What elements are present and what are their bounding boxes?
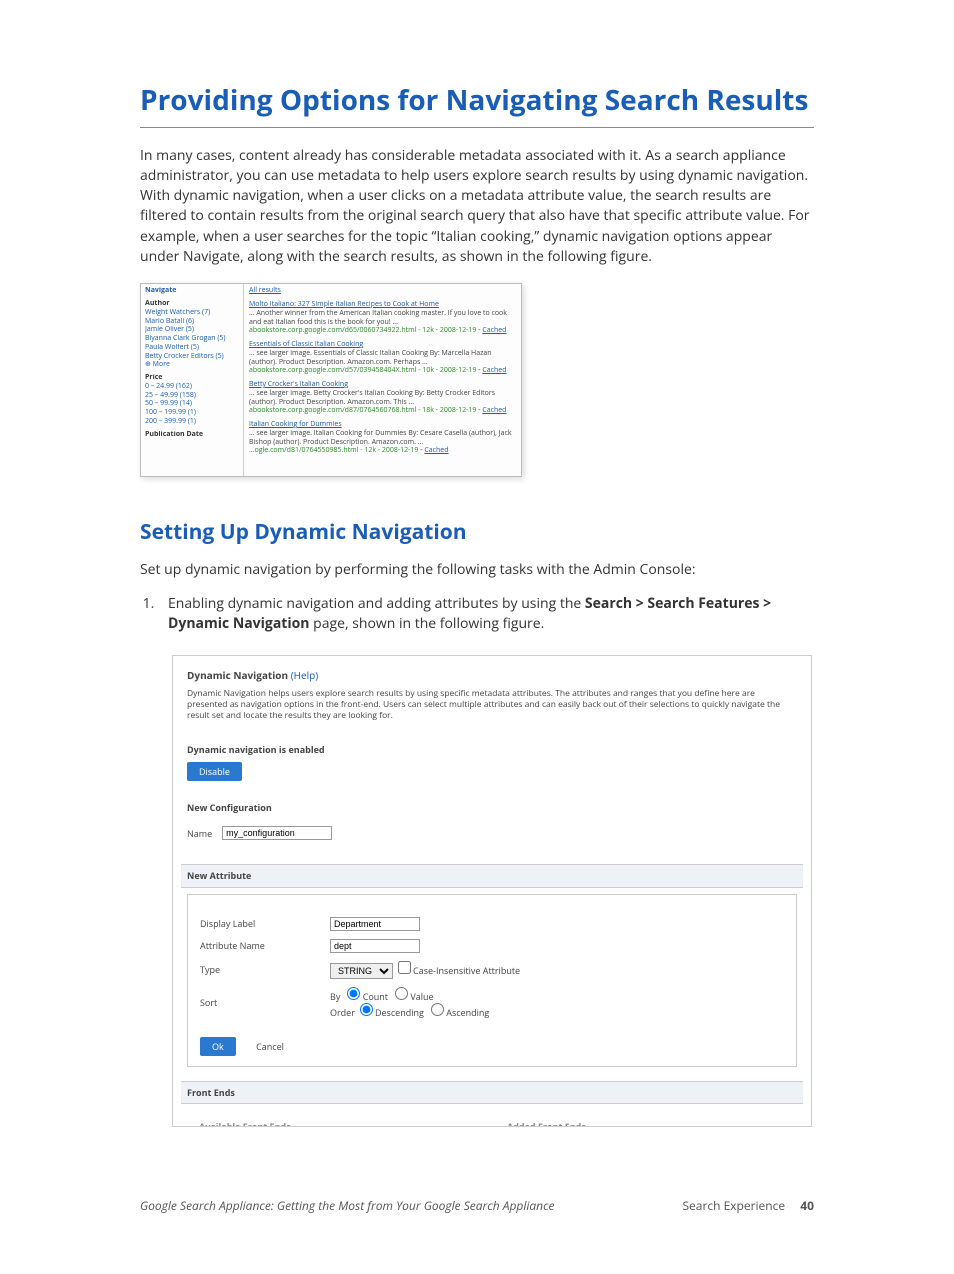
search-result: Italian Cooking for Dummies ... see larg…	[249, 421, 516, 456]
attr-name-label: Attribute Name	[200, 935, 330, 957]
case-insensitive-label: Case-Insensitive Attribute	[413, 964, 520, 977]
cancel-button[interactable]: Cancel	[256, 1040, 284, 1053]
facet-price-item[interactable]: 200 – 399.99 (1)	[145, 418, 239, 427]
facet-price-heading: Price	[145, 374, 239, 383]
facet-author-item[interactable]: Biyanna Clark Grogan (5)	[145, 335, 239, 344]
results-column: All results Molto Italiano: 327 Simple I…	[244, 284, 521, 476]
result-desc: ... see larger image. Essentials of Clas…	[249, 350, 516, 368]
navigate-heading: Navigate	[145, 287, 239, 296]
facet-price-item[interactable]: 25 – 49.99 (158)	[145, 392, 239, 401]
front-ends-box: Available Front Ends default_frontend >>…	[187, 1110, 797, 1127]
dn-description: Dynamic Navigation helps users explore s…	[187, 688, 797, 721]
desc-label: Descending	[375, 1006, 424, 1019]
facet-price-item[interactable]: 0 – 24.99 (162)	[145, 383, 239, 392]
disable-button[interactable]: Disable	[187, 762, 242, 781]
dn-enabled-status: Dynamic navigation is enabled	[187, 743, 797, 756]
front-ends-heading: Front Ends	[181, 1081, 803, 1104]
order-label: Order	[330, 1006, 355, 1019]
step-text-post: page, shown in the following figure.	[310, 614, 545, 633]
page-title: Providing Options for Navigating Search …	[140, 80, 814, 128]
facet-author-heading: Author	[145, 300, 239, 309]
result-url: ...ogle.com/d81/0764550985.html - 12k - …	[249, 446, 418, 455]
help-link[interactable]: (Help)	[291, 668, 319, 682]
dn-header: Dynamic Navigation (Help)	[187, 668, 797, 683]
type-select[interactable]: STRING	[330, 963, 393, 979]
search-result: Betty Crocker's Italian Cooking ... see …	[249, 381, 516, 416]
case-insensitive-checkbox[interactable]	[398, 961, 411, 974]
result-url: abookstore.corp.google.com/d57/039458404…	[249, 366, 476, 375]
all-results-link[interactable]: All results	[249, 287, 516, 296]
new-attribute-heading: New Attribute	[181, 864, 803, 887]
sort-label: Sort	[200, 983, 330, 1023]
available-front-ends-heading: Available Front Ends	[199, 1120, 477, 1127]
result-desc: ... see larger image. Italian Cooking fo…	[249, 430, 516, 448]
dn-title: Dynamic Navigation	[187, 668, 288, 682]
cached-link[interactable]: Cached	[482, 366, 506, 375]
facet-price-item[interactable]: 50 – 99.99 (14)	[145, 400, 239, 409]
name-label: Name	[187, 822, 222, 844]
sort-by-count-radio[interactable]	[347, 987, 360, 1000]
cached-link[interactable]: Cached	[482, 326, 506, 335]
cached-link[interactable]: Cached	[482, 406, 506, 415]
navigate-sidebar: Navigate Author Weight Watchers (7) Mari…	[141, 284, 244, 476]
added-front-ends-heading: Added Front Ends	[507, 1120, 785, 1127]
asc-label: Ascending	[446, 1006, 489, 1019]
page-footer: Google Search Appliance: Getting the Mos…	[140, 1197, 814, 1214]
step-text-pre: Enabling dynamic navigation and adding a…	[168, 594, 585, 613]
footer-left: Google Search Appliance: Getting the Mos…	[140, 1197, 555, 1214]
attribute-box: Display Label Attribute Name Type STRING…	[187, 894, 797, 1067]
type-label: Type	[200, 957, 330, 983]
by-label: By	[330, 990, 340, 1003]
sort-by-value-radio[interactable]	[395, 987, 408, 1000]
facet-pubdate-heading: Publication Date	[145, 431, 239, 440]
cached-link[interactable]: Cached	[424, 446, 448, 455]
display-input[interactable]	[330, 917, 420, 931]
facet-more-link[interactable]: ⊕ More	[145, 361, 239, 370]
facet-price-item[interactable]: 100 – 199.99 (1)	[145, 409, 239, 418]
config-form: Name	[187, 822, 342, 844]
figure-1-container: Navigate Author Weight Watchers (7) Mari…	[140, 283, 814, 477]
facet-author-item[interactable]: Weight Watchers (7)	[145, 309, 239, 318]
result-url: abookstore.corp.google.com/d87/076456076…	[249, 406, 476, 415]
facet-author-item[interactable]: Mario Batali (6)	[145, 318, 239, 327]
facet-author-item[interactable]: Paula Wolfert (5)	[145, 344, 239, 353]
facet-author-item[interactable]: Jamie Oliver (5)	[145, 326, 239, 335]
search-result: Molto Italiano: 327 Simple Italian Recip…	[249, 301, 516, 336]
order-desc-radio[interactable]	[360, 1003, 373, 1016]
dynamic-navigation-screenshot: Dynamic Navigation (Help) Dynamic Naviga…	[172, 655, 812, 1127]
ok-button[interactable]: Ok	[200, 1037, 236, 1056]
count-label: Count	[363, 990, 388, 1003]
attr-name-input[interactable]	[330, 939, 420, 953]
footer-page-number: 40	[800, 1197, 814, 1214]
intro-paragraph: In many cases, content already has consi…	[140, 146, 814, 268]
search-results-screenshot: Navigate Author Weight Watchers (7) Mari…	[140, 283, 522, 477]
section-heading: Setting Up Dynamic Navigation	[140, 517, 814, 547]
result-desc: ... Another winner from the American Ita…	[249, 310, 516, 328]
steps-list: Enabling dynamic navigation and adding a…	[158, 594, 814, 635]
footer-section: Search Experience	[682, 1197, 785, 1214]
result-desc: ... see larger image. Betty Crocker's It…	[249, 390, 516, 408]
display-label: Display Label	[200, 913, 330, 935]
value-label: Value	[410, 990, 433, 1003]
step-item: Enabling dynamic navigation and adding a…	[158, 594, 814, 635]
name-input[interactable]	[222, 826, 332, 840]
search-result: Essentials of Classic Italian Cooking ..…	[249, 341, 516, 376]
new-config-heading: New Configuration	[187, 801, 797, 814]
facet-author-item[interactable]: Betty Crocker Editors (5)	[145, 353, 239, 362]
order-asc-radio[interactable]	[431, 1003, 444, 1016]
section-para: Set up dynamic navigation by performing …	[140, 560, 814, 580]
result-url: abookstore.corp.google.com/d65/006073492…	[249, 326, 476, 335]
